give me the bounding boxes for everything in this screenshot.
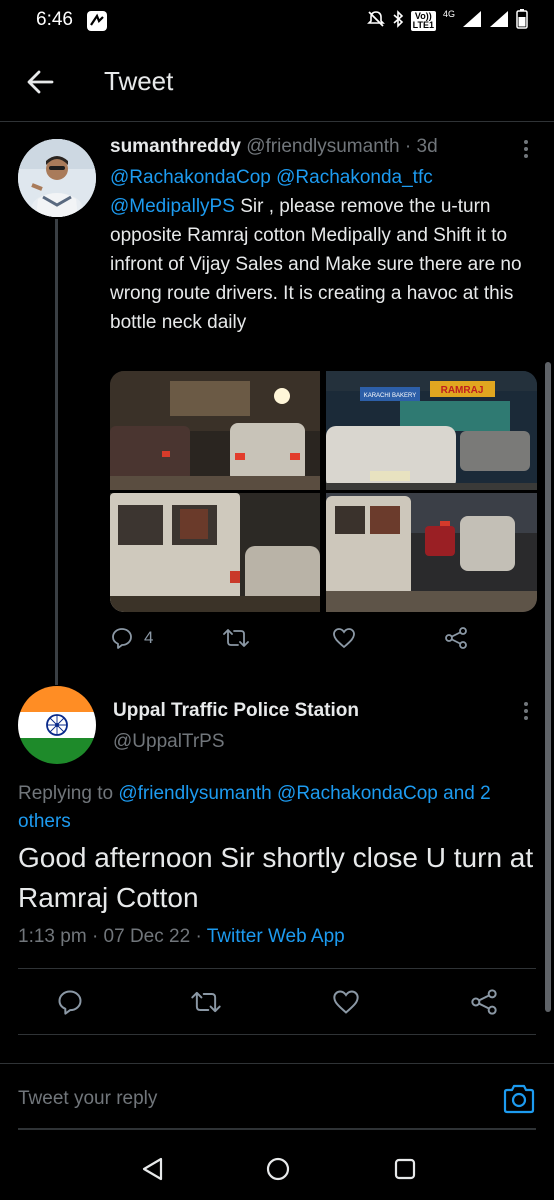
tweet-age: 3d — [416, 136, 438, 157]
page-title: Tweet — [104, 66, 174, 96]
avatar[interactable] — [18, 686, 96, 764]
bluetooth-icon — [392, 9, 404, 33]
back-triangle-icon[interactable] — [140, 1156, 166, 1187]
replying-mentions[interactable]: @friendlysumanth @RachakondaCop — [118, 783, 438, 804]
media-photo[interactable] — [110, 493, 320, 612]
author-handle[interactable]: @UppalTrPS — [113, 731, 225, 753]
like-button[interactable] — [332, 988, 360, 1016]
tweet-actions — [0, 984, 554, 1024]
scrollbar[interactable] — [545, 362, 551, 1012]
reply-count: 4 — [144, 628, 154, 647]
mention-link[interactable]: @Rachakonda_tfc — [276, 167, 433, 188]
home-circle-icon[interactable] — [265, 1156, 291, 1187]
share-icon — [471, 989, 497, 1015]
system-nav-bar — [0, 1140, 554, 1200]
tweet-text: @RachakondaCop @Rachakonda_tfc @Medipall… — [110, 163, 530, 337]
replying-prefix: Replying to — [18, 783, 114, 804]
reply-input-underline — [18, 1128, 536, 1130]
share-button[interactable] — [470, 988, 498, 1016]
battery-icon — [516, 8, 528, 34]
tweet-timestamp: 1:13 pm · 07 Dec 22 · Twitter Web App — [18, 926, 345, 948]
tweet-header: sumanthreddy @friendlysumanth · 3d — [110, 136, 438, 158]
replying-to: Replying to @friendlysumanth @Rachakonda… — [18, 780, 538, 836]
share-icon — [445, 627, 467, 649]
tweet-actions: 4 — [110, 624, 530, 656]
retweet-icon — [191, 991, 221, 1013]
status-time: 6:46 — [36, 9, 73, 30]
media-photo[interactable] — [110, 371, 320, 490]
replying-and[interactable]: and — [443, 783, 475, 804]
thread-connector — [55, 219, 58, 685]
like-button[interactable] — [332, 626, 356, 650]
arrow-left-icon[interactable] — [26, 68, 54, 101]
volte-badge: Vo)) LTE1 — [410, 11, 436, 31]
more-options-icon[interactable] — [518, 138, 534, 165]
media-photo[interactable] — [326, 493, 537, 612]
tweet-source-link[interactable]: Twitter Web App — [207, 926, 345, 947]
divider — [18, 968, 536, 969]
signal-icon — [489, 10, 509, 33]
store-sign-bakery: KARACHI BAKERY — [364, 393, 417, 399]
reply-input[interactable]: Tweet your reply — [18, 1088, 157, 1110]
mention-link[interactable]: @RachakondaCop — [110, 167, 271, 188]
network-type-label: 4G — [442, 9, 455, 19]
media-photo[interactable]: KARACHI BAKERY RAMRAJ — [326, 371, 537, 490]
signal-icon — [462, 10, 482, 33]
author-handle[interactable]: @friendlysumanth — [246, 136, 399, 157]
status-bar: 6:46 Vo)) LTE1 4G — [0, 0, 554, 44]
lte-text: LTE1 — [412, 20, 434, 30]
share-button[interactable] — [444, 626, 468, 650]
meta-separator: · — [195, 926, 202, 947]
camera-icon[interactable] — [502, 1084, 536, 1119]
like-icon — [333, 628, 355, 649]
status-icons: Vo)) LTE1 4G — [366, 8, 528, 34]
ashoka-chakra-icon — [46, 714, 68, 736]
avatar[interactable] — [18, 139, 96, 217]
tweet-text: Good afternoon Sir shortly close U turn … — [18, 842, 534, 913]
author-name[interactable]: sumanthreddy — [110, 136, 241, 157]
more-options-icon[interactable] — [518, 700, 534, 727]
author-name[interactable]: Uppal Traffic Police Station — [113, 700, 359, 722]
store-sign-ramraj: RAMRAJ — [441, 385, 484, 396]
app-notification-icon — [86, 10, 108, 37]
reply-button[interactable]: 4 — [110, 626, 153, 650]
divider — [18, 1034, 536, 1035]
mention-link[interactable]: @MedipallyPS — [110, 196, 235, 217]
tweet-date: 07 Dec 22 — [103, 926, 191, 947]
reply-bar-divider — [0, 1063, 554, 1064]
retweet-button[interactable] — [222, 626, 250, 650]
reply-button[interactable] — [56, 988, 84, 1016]
tweet-time: 1:13 pm — [18, 926, 87, 947]
top-app-bar: Tweet — [0, 44, 554, 122]
like-icon — [333, 990, 359, 1014]
retweet-button[interactable] — [190, 988, 222, 1016]
reply-icon — [58, 990, 82, 1015]
retweet-icon — [223, 629, 249, 647]
notifications-off-icon — [366, 10, 385, 33]
recents-square-icon[interactable] — [392, 1156, 418, 1187]
meta-separator: · — [91, 926, 99, 947]
meta-separator: · — [404, 136, 412, 157]
media-grid: KARACHI BAKERY RAMRAJ — [110, 371, 537, 612]
reply-icon — [112, 628, 132, 649]
